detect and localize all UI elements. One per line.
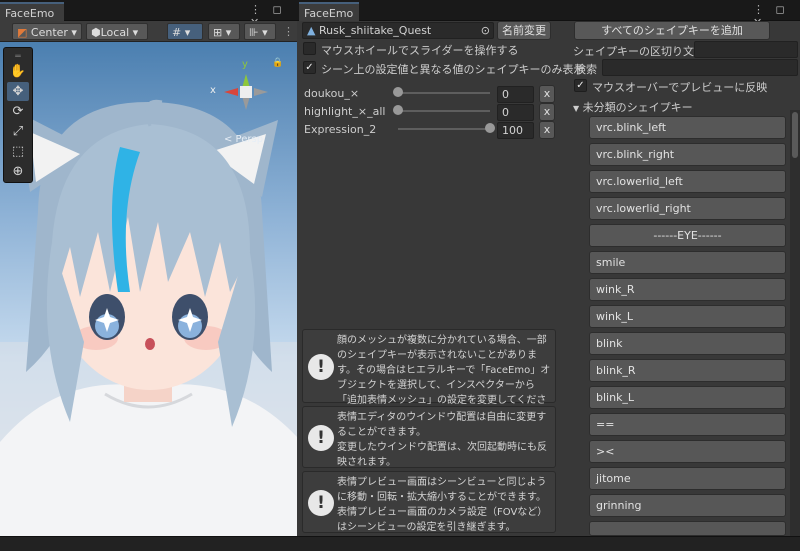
scene-diff-checkbox[interactable]: ✓ xyxy=(303,61,316,74)
mouse-wheel-label: マウスホイールでスライダーを操作する xyxy=(321,44,519,57)
grid-icon: # xyxy=(172,26,182,39)
shapekey-button[interactable]: jitome xyxy=(589,467,786,490)
left-tab-bar: FaceEmo ⋮ ◻ ✕ xyxy=(0,0,297,29)
move-tool-icon[interactable]: ✥ xyxy=(7,82,29,101)
shapekey-button[interactable]: vrc.blink_left xyxy=(589,116,786,139)
pivot-dropdown[interactable]: ◩ Center ▾ xyxy=(12,23,82,40)
shapekey-button[interactable]: grinning xyxy=(589,494,786,517)
search-input[interactable] xyxy=(602,59,798,76)
hand-tool-icon[interactable]: ✋ xyxy=(7,62,29,81)
shapekey-button[interactable]: blink_R xyxy=(589,359,786,382)
shapekey-button-partial[interactable] xyxy=(589,521,786,536)
align-icon: ⊪ xyxy=(249,26,259,39)
gizmo-lock-icon[interactable]: 🔒 xyxy=(272,58,283,68)
slider-knob[interactable] xyxy=(393,87,403,97)
remove-shapekey-button[interactable]: x xyxy=(539,121,555,139)
space-dropdown[interactable]: ⬢Local ▾ xyxy=(86,23,148,40)
info-exclamation-icon: ! xyxy=(308,354,334,380)
remove-shapekey-button[interactable]: x xyxy=(539,85,555,103)
slider-name: doukou_× xyxy=(304,87,360,100)
shapekey-button[interactable]: == xyxy=(589,413,786,436)
slider-value-field[interactable]: 100 xyxy=(497,122,534,139)
search-label: 検索 xyxy=(575,63,597,76)
category-header: 未分類のシェイプキー xyxy=(582,101,693,114)
cube-icon: ⬢ xyxy=(91,26,101,39)
shapekey-button[interactable]: blink_L xyxy=(589,386,786,409)
help-notice: ! 表情エディタのウインドウ配置は自由に変更することができます。 変更したウイン… xyxy=(302,406,556,468)
help-notice: ! 顔のメッシュが複数に分かれている場合、一部のシェイプキーが表示されないことが… xyxy=(302,329,556,421)
tab-faceemo-preview[interactable]: FaceEmo xyxy=(0,2,64,21)
slider-name: highlight_×_all xyxy=(304,105,386,118)
snap-icon: ⊞ xyxy=(213,26,223,39)
object-field[interactable]: ▲ Rusk_shiitake_Quest ⊙ xyxy=(302,22,494,39)
object-field-value: Rusk_shiitake_Quest xyxy=(318,24,432,37)
info-exclamation-icon: ! xyxy=(308,425,334,451)
snap-increment-button[interactable]: ⊞ ▾ xyxy=(208,23,240,40)
notice-text: 表情プレビュー画面はシーンビューと同じように移動・回転・拡大縮小することができま… xyxy=(337,477,548,533)
slider-knob[interactable] xyxy=(485,123,495,133)
slider-name: Expression_2 xyxy=(304,123,377,136)
align-button[interactable]: ⊪ ▾ xyxy=(244,23,276,40)
foldout-arrow-icon: ▼ xyxy=(573,104,580,113)
help-notice: ! 表情プレビュー画面はシーンビューと同じように移動・回転・拡大縮小することがで… xyxy=(302,471,556,533)
status-bar xyxy=(0,536,800,551)
grid-snap-button[interactable]: # ▾ xyxy=(167,23,203,40)
hover-preview-checkbox[interactable]: ✓ xyxy=(574,79,587,92)
shapekey-button[interactable]: vrc.lowerlid_left xyxy=(589,170,786,193)
shapekey-button[interactable]: ------EYE------ xyxy=(589,224,786,247)
shapekey-button[interactable]: blink xyxy=(589,332,786,355)
gizmo-y-label: y xyxy=(242,59,248,70)
slider-value-field[interactable]: 0 xyxy=(497,86,534,103)
transform-tool-icon[interactable]: ⊕ xyxy=(7,162,29,181)
scrollbar-thumb[interactable] xyxy=(792,112,798,158)
info-exclamation-icon: ! xyxy=(308,490,334,516)
slider-track[interactable] xyxy=(398,92,490,94)
space-label: Local xyxy=(100,26,130,39)
shapekey-button[interactable]: >< xyxy=(589,440,786,463)
tool-palette: ═ ✋ ✥ ⟳ ⤢ ⬚ ⊕ xyxy=(3,47,33,183)
slider-knob[interactable] xyxy=(393,105,403,115)
separator-field[interactable] xyxy=(694,41,798,58)
category-foldout[interactable]: ▼ 未分類のシェイプキー xyxy=(573,99,693,115)
shapekey-button[interactable]: smile xyxy=(589,251,786,274)
scale-tool-icon[interactable]: ⤢ xyxy=(7,122,29,141)
shapekey-scrollbar[interactable] xyxy=(790,110,800,536)
pivot-label: Center xyxy=(30,26,68,39)
scene-toolbar: ◩ Center ▾ ⬢Local ▾ # ▾ ⊞ ▾ ⊪ ▾ ⋮ xyxy=(0,21,297,42)
hover-preview-label: マウスオーバーでプレビューに反映 xyxy=(592,81,768,94)
rect-tool-icon[interactable]: ⬚ xyxy=(7,142,29,161)
object-picker-icon[interactable]: ⊙ xyxy=(481,23,490,38)
slider-track[interactable] xyxy=(398,110,490,112)
shapekey-button[interactable]: vrc.blink_right xyxy=(589,143,786,166)
right-tab-bar: FaceEmo ⋮ ◻ ✕ xyxy=(297,0,800,29)
add-all-shapekeys-button[interactable]: すべてのシェイプキーを追加 xyxy=(574,21,770,40)
mouse-wheel-checkbox[interactable] xyxy=(303,42,316,55)
shapekey-button[interactable]: wink_R xyxy=(589,278,786,301)
remove-shapekey-button[interactable]: x xyxy=(539,103,555,121)
mesh-icon: ▲ xyxy=(307,24,316,37)
slider-value-field[interactable]: 0 xyxy=(497,104,534,121)
scene-orientation-gizmo[interactable]: y x 🔒 < Persp xyxy=(210,52,288,145)
gizmo-x-label: x xyxy=(210,85,216,96)
slider-track[interactable] xyxy=(398,128,490,130)
toolbar-overflow-icon[interactable]: ⋮ xyxy=(283,25,294,38)
shapekey-button[interactable]: wink_L xyxy=(589,305,786,328)
notice-text: 表情エディタのウインドウ配置は自由に変更することができます。 変更したウインドウ… xyxy=(337,412,547,468)
rename-button[interactable]: 名前変更 xyxy=(497,21,551,40)
tab-faceemo-editor[interactable]: FaceEmo xyxy=(299,2,359,21)
pivot-icon: ◩ xyxy=(17,26,28,39)
rotate-tool-icon[interactable]: ⟳ xyxy=(7,102,29,121)
persp-label[interactable]: < Persp xyxy=(224,134,263,145)
scene-diff-label: シーン上の設定値と異なる値のシェイプキーのみ表示 xyxy=(321,63,585,76)
shapekey-button[interactable]: vrc.lowerlid_right xyxy=(589,197,786,220)
separator-label: シェイプキーの区切り文字 xyxy=(573,45,705,58)
